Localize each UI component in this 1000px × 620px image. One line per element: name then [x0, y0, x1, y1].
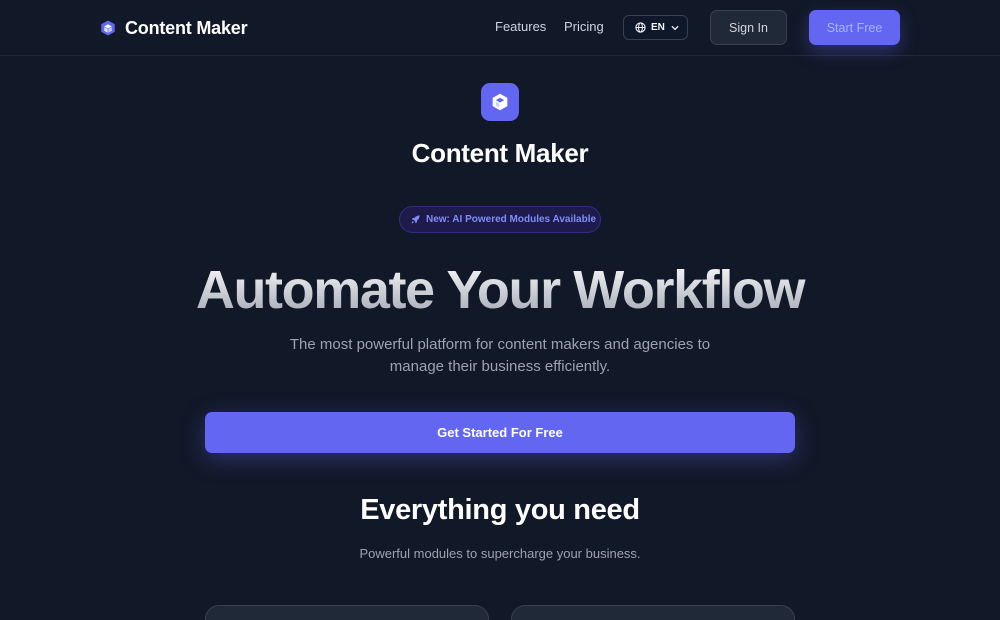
features-section-title: Everything you need [360, 494, 640, 526]
nav-link-pricing[interactable]: Pricing [564, 19, 604, 34]
rocket-icon [411, 215, 420, 224]
sign-in-button[interactable]: Sign In [710, 10, 787, 45]
get-started-button[interactable]: Get Started For Free [205, 412, 795, 453]
announcement-badge[interactable]: New: AI Powered Modules Available [399, 206, 601, 233]
landing-page: Content Maker Features Pricing EN Sign I… [0, 0, 1000, 620]
hero-logo-tile [481, 83, 519, 121]
language-selector[interactable]: EN [623, 15, 688, 40]
cube-icon [101, 20, 115, 36]
logo-text: Content Maker [125, 17, 248, 38]
start-free-button[interactable]: Start Free [809, 10, 900, 45]
badge-text: New: AI Powered Modules Available [426, 214, 597, 225]
nav-link-features[interactable]: Features [495, 19, 546, 34]
hero-subtitle: The most powerful platform for content m… [289, 336, 711, 375]
logo-link[interactable]: Content Maker [99, 17, 248, 39]
top-navbar: Content Maker Features Pricing EN Sign I… [0, 0, 1000, 56]
cube-icon [492, 93, 508, 111]
features-section-subtitle: Powerful modules to supercharge your bus… [359, 546, 641, 561]
chevron-down-icon [671, 25, 679, 30]
globe-icon [635, 22, 646, 33]
hero-headline: Automate Your Workflow [0, 259, 1000, 321]
language-label: EN [651, 22, 665, 33]
hero-brand-title: Content Maker [411, 138, 589, 168]
feature-card[interactable] [205, 605, 489, 620]
feature-card[interactable] [511, 605, 795, 620]
